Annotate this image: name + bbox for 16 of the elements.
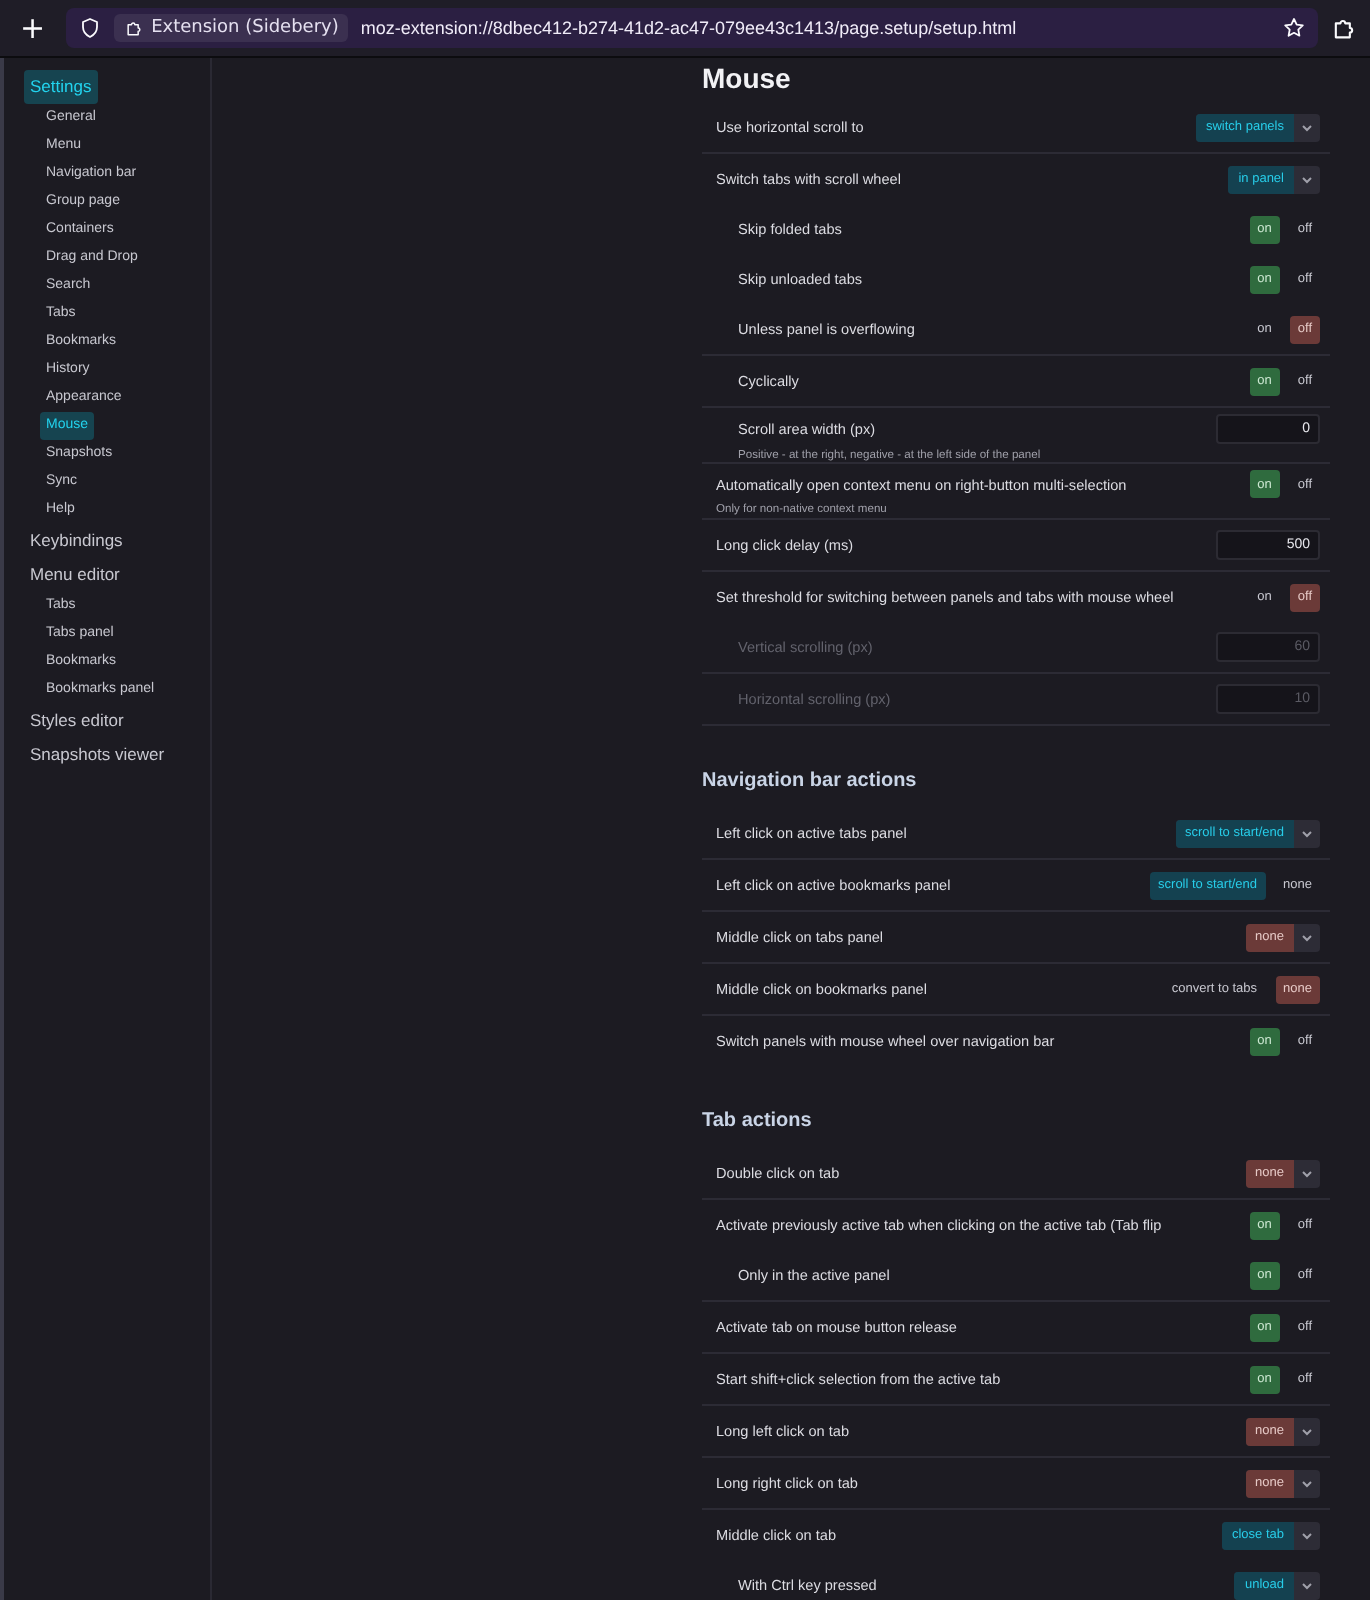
identity-chip[interactable]: Extension (Sidebery) xyxy=(113,14,349,42)
section-title: Navigation bar actions xyxy=(702,770,919,792)
puzzle-icon xyxy=(123,18,144,38)
shield-icon[interactable] xyxy=(77,16,102,40)
sidebar-item[interactable]: Snapshots viewer xyxy=(24,738,171,772)
sidebar-item[interactable]: Styles editor xyxy=(24,704,130,738)
new-tab-button[interactable]: + xyxy=(12,10,54,46)
section-title: Mouse xyxy=(702,62,793,94)
star-icon[interactable] xyxy=(1282,16,1306,40)
section-title: Tab actions xyxy=(702,1110,814,1132)
sidebar-item[interactable]: Menu editor xyxy=(24,558,126,592)
url-text: moz-extension://8dbec412-b274-41d2-ac47-079ee43c1413/page.setup/setup.html xyxy=(360,18,1019,38)
sidebar-item[interactable]: Settings xyxy=(24,70,98,104)
url-bar[interactable]: Extension (Sidebery) moz-extension://8dbec412-b274-41d2-ac47-079ee43c1413/page.setup/setup.html xyxy=(65,8,1318,48)
sidebar-item[interactable]: Keybindings xyxy=(24,524,129,558)
puzzle-icon[interactable] xyxy=(1330,14,1358,42)
